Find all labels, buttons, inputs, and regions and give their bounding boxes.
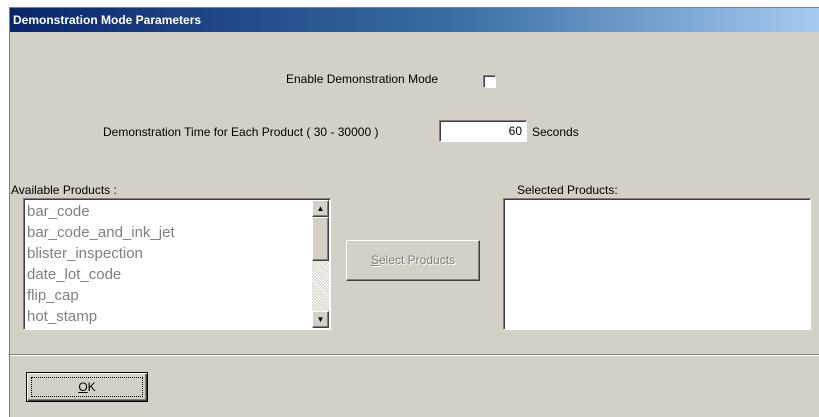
list-item[interactable]: hot_stamp <box>27 306 175 327</box>
selected-products-label: Selected Products: <box>517 183 618 197</box>
dialog-window: Demonstration Mode Parameters Enable Dem… <box>9 7 819 417</box>
demo-time-input[interactable]: 60 <box>439 120 527 142</box>
available-products-label: Available Products : <box>11 183 117 197</box>
selected-products-list[interactable] <box>503 198 811 330</box>
select-products-label: elect Products <box>378 253 456 267</box>
select-products-button[interactable]: Select Products <box>346 240 480 281</box>
list-item[interactable]: bar_code_and_ink_jet <box>27 222 175 243</box>
enable-demo-checkbox[interactable] <box>483 75 496 88</box>
arrow-up-icon: ▲ <box>316 204 325 213</box>
enable-demo-label: Enable Demonstration Mode <box>286 72 439 86</box>
separator <box>10 354 819 356</box>
scroll-down-button[interactable]: ▼ <box>312 311 329 328</box>
list-item[interactable]: date_lot_code <box>27 264 175 285</box>
demo-time-unit: Seconds <box>532 125 579 139</box>
available-products-list[interactable]: bar_code bar_code_and_ink_jet blister_insp… <box>23 198 331 330</box>
select-products-mnemonic: S <box>370 253 379 267</box>
scroll-up-button[interactable]: ▲ <box>312 200 329 217</box>
title-bar: Demonstration Mode Parameters <box>10 8 819 32</box>
window-title: Demonstration Mode Parameters <box>13 13 202 27</box>
arrow-down-icon: ▼ <box>316 315 325 324</box>
available-products-scrollbar[interactable]: ▲ ▼ <box>312 200 329 328</box>
demo-time-label: Demonstration Time for Each Product ( 30… <box>103 125 379 139</box>
ok-button[interactable]: OK <box>26 372 148 402</box>
scroll-thumb[interactable] <box>312 217 329 261</box>
list-item[interactable]: flip_cap <box>27 285 175 306</box>
focus-rectangle <box>31 377 143 397</box>
list-item[interactable]: bar_code <box>27 201 175 222</box>
list-item[interactable]: blister_inspection <box>27 243 175 264</box>
available-products-items: bar_code bar_code_and_ink_jet blister_insp… <box>27 201 175 327</box>
